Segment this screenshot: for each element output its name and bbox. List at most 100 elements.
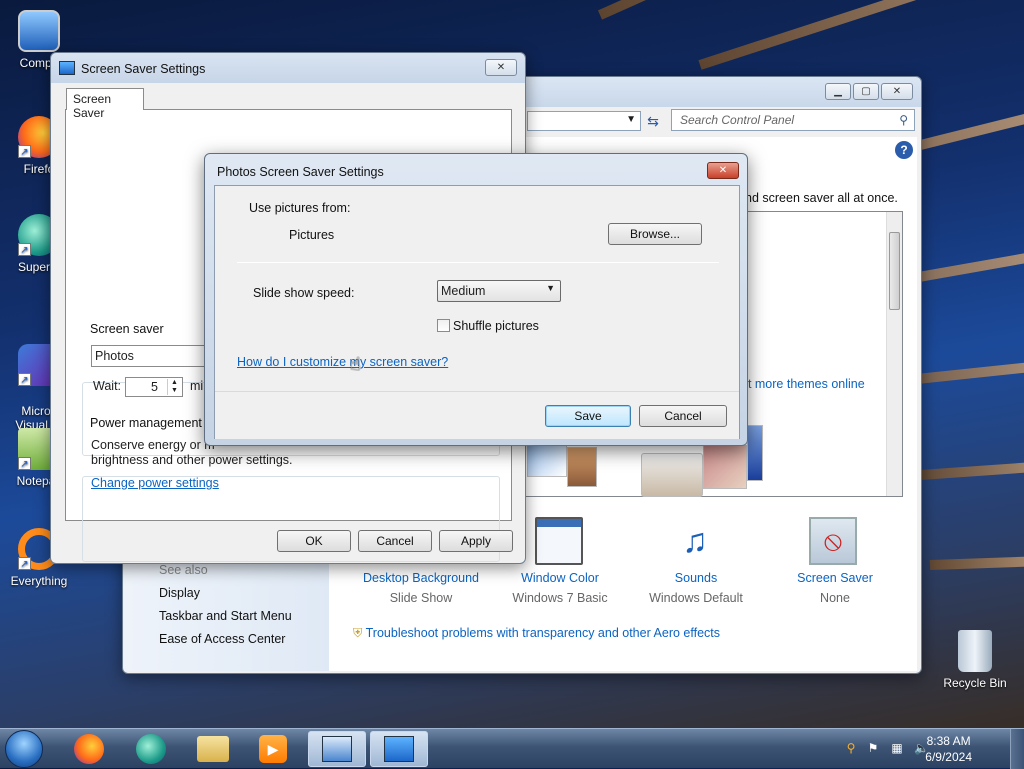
close-button[interactable]: ✕ — [485, 59, 517, 76]
sounds-link[interactable]: Sounds — [641, 571, 751, 585]
superm-icon — [136, 734, 166, 764]
cancel-button[interactable]: Cancel — [639, 405, 727, 427]
screen-saver-value: None — [820, 591, 850, 605]
browse-button[interactable]: Browse... — [608, 223, 702, 245]
window-controls: ✕ — [485, 59, 517, 76]
sidebar-item-display[interactable]: Display — [159, 586, 200, 600]
chevron-down-icon[interactable]: ▼ — [626, 114, 636, 125]
folder-icon — [197, 736, 229, 762]
refresh-icon[interactable]: ⇆ — [643, 111, 663, 131]
slide-show-speed-label: Slide show speed: — [253, 286, 355, 300]
customize-help-link[interactable]: How do I customize my screen saver? — [237, 355, 448, 369]
shield-icon: ⛨ — [353, 626, 363, 640]
desktop-icon-label: Recycle Bin — [943, 676, 1007, 690]
sidebar-item-taskbar[interactable]: Taskbar and Start Menu — [159, 609, 292, 623]
save-button[interactable]: Save — [545, 405, 631, 427]
photos-screen-saver-dialog: Photos Screen Saver Settings ✕ Use pictu… — [204, 153, 748, 446]
desktop-background-link[interactable]: Desktop Background — [359, 571, 483, 585]
network-icon[interactable]: ▦ — [890, 741, 904, 755]
hand-cursor-icon: ☝ — [350, 354, 361, 374]
close-button[interactable]: ✕ — [881, 83, 913, 100]
taskbar-control-panel[interactable] — [308, 731, 366, 767]
taskbar-media-player[interactable]: ▶ — [246, 731, 300, 767]
power-text-line2: brightness and other power settings. — [91, 453, 293, 467]
dialog-title: Photos Screen Saver Settings — [217, 165, 384, 179]
taskbar-superm[interactable] — [124, 731, 178, 767]
clock-time: 8:38 AM — [926, 734, 971, 748]
clock[interactable]: 8:38 AM 6/9/2024 — [925, 733, 972, 765]
desktop-icon-label: Everything — [10, 574, 68, 588]
window-controls: ✕ — [707, 162, 739, 179]
shortcut-arrow-icon: ↗ — [18, 457, 31, 470]
search-icon[interactable]: ⚲ — [899, 113, 908, 127]
window-title: Screen Saver Settings — [81, 62, 206, 76]
minimize-button[interactable]: ▁ — [825, 83, 851, 100]
start-button[interactable] — [5, 730, 43, 768]
troubleshoot-link[interactable]: ⛨ Troubleshoot problems with transparenc… — [353, 626, 720, 641]
flag-icon[interactable]: ⚑ — [866, 741, 880, 755]
troubleshoot-label: Troubleshoot problems with transparency … — [365, 626, 721, 640]
sounds-icon[interactable]: ♫ — [671, 519, 719, 567]
speed-value: Medium — [441, 284, 486, 298]
window-color-icon[interactable] — [535, 517, 583, 565]
picture-source-value: Pictures — [289, 228, 335, 242]
page-description: nd screen saver all at once. — [745, 191, 898, 205]
shuffle-pictures-label[interactable]: Shuffle pictures — [453, 319, 539, 333]
dialog-footer: Save Cancel — [215, 391, 739, 439]
wait-minutes-stepper[interactable]: 5 ▲ ▼ — [125, 377, 183, 397]
spin-arrows-icon[interactable]: ▲ ▼ — [167, 379, 181, 395]
screen-saver-app-icon — [384, 736, 414, 762]
power-management-label: Power management — [87, 416, 205, 430]
help-icon[interactable]: ? — [895, 141, 913, 159]
see-also-heading: See also — [159, 563, 208, 577]
search-input[interactable]: Search Control Panel ⚲ — [671, 109, 915, 131]
taskbar-screen-saver-settings[interactable] — [370, 731, 428, 767]
firefox-icon — [74, 734, 104, 764]
screen-saver-select[interactable]: Photos — [91, 345, 205, 367]
desktop-background-value: Slide Show — [389, 591, 453, 605]
taskbar: ▶ ⚲ ⚑ ▦ 🔈 8:38 AM 6/9/2024 — [0, 728, 1024, 769]
sidebar-item-ease-of-access[interactable]: Ease of Access Center — [159, 632, 285, 646]
shortcut-arrow-icon: ↗ — [18, 145, 31, 158]
window-color-value: Windows 7 Basic — [512, 591, 608, 605]
screen-saver-app-icon — [59, 61, 75, 75]
get-more-themes-link[interactable]: et more themes online — [741, 377, 865, 391]
shortcut-arrow-icon: ↗ — [18, 557, 31, 570]
screen-saver-group-label: Screen saver — [87, 322, 167, 336]
desktop-icon-recycle-bin[interactable]: Recycle Bin — [940, 630, 1010, 690]
tab-screen-saver[interactable]: Screen Saver — [66, 88, 144, 120]
chevron-down-icon: ▼ — [546, 283, 555, 293]
recycle-bin-icon — [958, 630, 992, 672]
scrollbar[interactable] — [886, 212, 902, 496]
taskbar-explorer[interactable] — [186, 731, 240, 767]
window-color-link[interactable]: Window Color — [507, 571, 613, 585]
wait-value: 5 — [151, 380, 158, 394]
screen-saver-icon[interactable]: ⦸ — [809, 517, 857, 565]
search-placeholder: Search Control Panel — [680, 113, 795, 127]
show-desktop-button[interactable] — [1010, 729, 1024, 769]
screen-saver-link[interactable]: Screen Saver — [783, 571, 887, 585]
scrollbar-thumb[interactable] — [889, 232, 900, 310]
change-power-settings-link[interactable]: Change power settings — [91, 476, 219, 490]
media-player-icon: ▶ — [259, 735, 287, 763]
computer-icon — [18, 10, 60, 52]
shortcut-arrow-icon: ↗ — [18, 373, 31, 386]
clock-date: 6/9/2024 — [925, 750, 972, 764]
close-button[interactable]: ✕ — [707, 162, 739, 179]
cancel-button[interactable]: Cancel — [358, 530, 432, 552]
taskbar-firefox[interactable] — [62, 731, 116, 767]
ok-button[interactable]: OK — [277, 530, 351, 552]
maximize-button[interactable]: ▢ — [853, 83, 879, 100]
use-pictures-from-label: Use pictures from: — [249, 201, 351, 215]
shuffle-pictures-checkbox[interactable] — [437, 319, 450, 332]
window-controls: ▁ ▢ ✕ — [825, 83, 913, 100]
dialog-content: Use pictures from: Pictures Browse... Sl… — [214, 185, 740, 439]
address-bar[interactable]: ▼ — [527, 111, 641, 131]
apply-button[interactable]: Apply — [439, 530, 513, 552]
minutes-label: mi — [190, 379, 204, 393]
sounds-value: Windows Default — [649, 591, 743, 605]
wait-label: Wait: — [93, 379, 122, 393]
search-tray-icon[interactable]: ⚲ — [844, 741, 858, 755]
shortcut-arrow-icon: ↗ — [18, 243, 31, 256]
slide-show-speed-select[interactable]: Medium ▼ — [437, 280, 561, 302]
